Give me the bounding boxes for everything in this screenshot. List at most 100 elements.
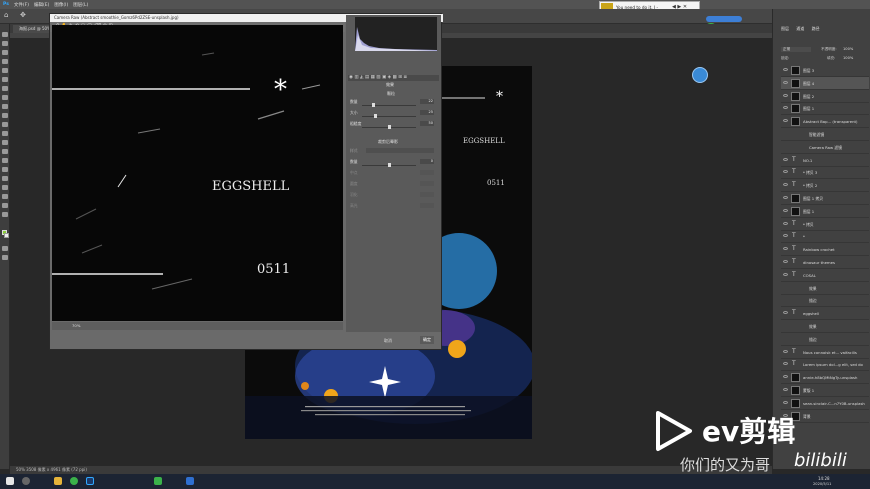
layer-row[interactable]: 描边 [781,333,869,346]
layer-row[interactable]: 图层 4 [781,76,869,90]
home-icon[interactable]: ⌂ [4,11,8,19]
eraser-icon[interactable] [2,131,8,136]
browser-icon[interactable] [70,477,78,485]
zoom-select[interactable]: 70% [72,323,80,328]
tab-paths[interactable]: 路径 [812,26,820,31]
layer-row[interactable]: T Nous connoisk et... vaifacilis [781,346,869,359]
layer-row[interactable]: T Lorem ipsum dol...g elit, sed do [781,358,869,372]
slider-value[interactable]: 22 [420,99,434,104]
tab-channels[interactable]: 通道 [796,26,804,31]
tab-layers[interactable]: 图层 [781,26,789,31]
menu-item-edit[interactable]: 编辑(E) [34,2,49,8]
layer-row[interactable]: Abstract Bap... (transparent) [781,115,869,129]
ps-logo-icon[interactable]: Ps [3,2,9,7]
layer-row[interactable]: 效果 [781,320,869,333]
visibility-eye-icon[interactable] [783,400,788,404]
slider-track[interactable] [362,105,416,106]
grain-amount-slider[interactable]: 数量 22 [350,99,434,107]
layer-row[interactable]: T Rainbow crochet [781,243,869,257]
layer-row[interactable]: Teggshell [781,307,869,321]
visibility-eye-icon[interactable] [783,260,788,263]
image-preview[interactable]: * EGGSHELL 0511 [52,25,343,321]
slider-track[interactable] [362,116,416,117]
blend-mode-select[interactable]: 正常 [781,47,811,52]
layer-row[interactable]: 描边 [781,294,869,308]
visibility-eye-icon[interactable] [783,349,788,353]
visibility-eye-icon[interactable] [783,311,788,315]
marquee-icon[interactable] [2,41,8,46]
layer-row[interactable]: T * 拷贝 2 [781,179,869,193]
camera-raw-dialog[interactable]: Camera Raw (Abstract smoothie_Gomz6Pd2ZS… [49,13,443,350]
layer-row[interactable]: 图层 1 拷贝 [781,192,869,205]
visibility-eye-icon[interactable] [783,183,788,187]
visibility-eye-icon[interactable] [783,388,788,391]
visibility-eye-icon[interactable] [783,272,788,276]
visibility-eye-icon[interactable] [783,221,788,225]
visibility-eye-icon[interactable] [783,196,788,199]
move-icon[interactable] [2,32,8,37]
slider-value[interactable]: 50 [420,121,434,126]
opacity-value[interactable]: 100% [843,47,853,51]
visibility-eye-icon[interactable] [783,247,788,251]
vignette-amount-slider[interactable]: 数量 0 [350,159,434,167]
layer-row[interactable]: Camera Raw 滤镜 [781,141,869,154]
visibility-eye-icon[interactable] [783,170,788,174]
crop-icon[interactable] [2,68,8,73]
brush-icon[interactable] [2,104,8,109]
cancel-button[interactable]: 取消 [384,338,392,344]
visibility-eye-icon[interactable] [783,119,788,123]
path-select-icon[interactable] [2,185,8,190]
layer-row[interactable]: Tdinosaur themes [781,256,869,269]
visibility-eye-icon[interactable] [783,80,788,84]
quick-mask-icon[interactable] [2,246,8,251]
panel-tab-icons[interactable]: ◉ ▥ ◭ ▤ ▦ ▧ ▣ ◈ ▩ ⊞ ≣ [348,75,439,81]
clone-stamp-icon[interactable] [2,113,8,118]
type-icon[interactable] [2,176,8,181]
grain-size-slider[interactable]: 大小 25 [350,110,434,118]
photoshop-icon[interactable] [86,477,94,485]
layer-row[interactable]: 图层 1 [781,102,869,116]
layer-row[interactable]: 图层 2 [781,90,869,103]
gradient-icon[interactable] [2,140,8,145]
blur-icon[interactable] [2,149,8,154]
visibility-eye-icon[interactable] [783,362,788,366]
search-icon[interactable] [22,477,30,485]
screen-mode-icon[interactable] [2,255,8,260]
shape-icon[interactable] [2,194,8,199]
layer-row[interactable]: T NO.1 [781,154,869,167]
slider-knob[interactable] [387,125,391,129]
menu-item-file[interactable]: 文件(F) [14,2,29,8]
ok-button[interactable]: 确定 [420,336,434,344]
layer-row[interactable]: 蒙版 1 [781,384,869,397]
move-tool-icon[interactable]: ✥ [20,11,26,19]
visibility-eye-icon[interactable] [783,68,788,71]
visibility-eye-icon[interactable] [783,375,788,379]
zoom-icon[interactable] [2,212,8,217]
eyedropper-icon[interactable] [2,86,8,91]
pen-icon[interactable] [2,167,8,172]
layer-row[interactable]: 效果 [781,282,869,295]
dodge-icon[interactable] [2,158,8,163]
layer-row[interactable]: T COSAL [781,269,869,282]
grain-roughness-slider[interactable]: 粗糙度 50 [350,121,434,129]
visibility-eye-icon[interactable] [783,208,788,212]
slider-value[interactable]: 25 [420,110,434,115]
layer-row[interactable]: T * 拷贝 3 [781,166,869,180]
fill-value[interactable]: 100% [843,56,853,60]
app-icon[interactable] [186,477,194,485]
vignette-style-select[interactable]: 样式 [350,148,434,156]
slider-knob[interactable] [374,114,377,118]
menu-item-layer[interactable]: 图层(L) [73,2,88,8]
frame-icon[interactable] [2,77,8,82]
start-icon[interactable] [6,477,14,485]
visibility-eye-icon[interactable] [783,234,788,238]
history-brush-icon[interactable] [2,122,8,127]
layer-row[interactable]: T * 拷贝 [781,218,869,231]
healing-brush-icon[interactable] [2,95,8,100]
style-dropdown[interactable] [366,148,434,153]
layer-row[interactable]: 图层 1 [781,205,869,218]
layer-row[interactable]: annie-h8bQMtNgTy-unsplash [781,371,869,385]
layer-row[interactable]: T * [781,230,869,244]
visibility-eye-icon[interactable] [783,157,788,161]
folder-icon[interactable] [54,477,62,485]
